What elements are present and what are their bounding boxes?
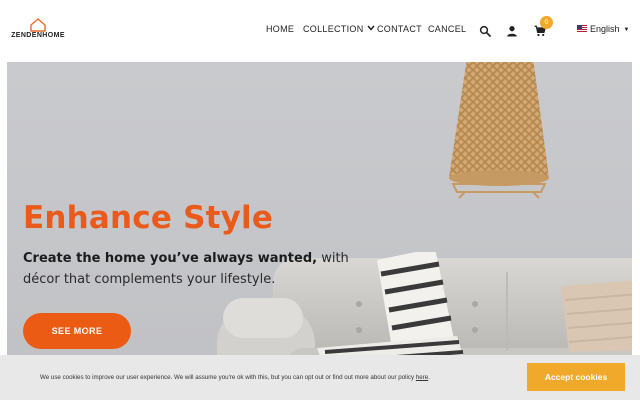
chevron-down-icon — [366, 25, 375, 31]
nav-collection-label: COLLECTION — [303, 24, 364, 34]
site-header: ZENDENHOME HOME COLLECTION CONTACT CANCE… — [0, 0, 640, 60]
cookie-consent-bar: We use cookies to improve our user exper… — [0, 355, 640, 400]
nav-cancel[interactable]: CANCEL — [428, 24, 466, 34]
nav-collection[interactable]: COLLECTION — [303, 24, 375, 34]
site-logo[interactable]: ZENDENHOME — [6, 18, 70, 44]
hero-title: Enhance Style — [23, 200, 274, 236]
us-flag-icon — [577, 25, 587, 32]
house-logo-icon — [30, 18, 46, 32]
language-label: English — [590, 24, 620, 34]
user-icon[interactable] — [506, 25, 518, 37]
hero-subtitle-bold: Create the home you’ve always wanted, — [23, 251, 318, 266]
nav-contact[interactable]: CONTACT — [377, 24, 422, 34]
language-selector[interactable]: English ▼ — [577, 24, 629, 38]
nav-home[interactable]: HOME — [266, 24, 294, 34]
accept-cookies-button[interactable]: Accept cookies — [527, 363, 625, 391]
cookie-message-suffix: . — [428, 374, 430, 381]
search-icon[interactable] — [479, 25, 491, 37]
pendant-lamp-image — [449, 62, 549, 199]
cookie-message-text: We use cookies to improve our user exper… — [40, 374, 416, 381]
cookie-message: We use cookies to improve our user exper… — [40, 374, 430, 381]
caret-down-icon: ▼ — [623, 27, 630, 33]
cookie-policy-link[interactable]: here — [416, 374, 428, 381]
see-more-button[interactable]: SEE MORE — [23, 313, 131, 349]
logo-text: ZENDENHOME — [11, 32, 65, 39]
hero-subtitle: Create the home you’ve always wanted, wi… — [23, 248, 353, 290]
cart-count-badge: 0 — [540, 16, 553, 29]
hero-banner: Enhance Style Create the home you’ve alw… — [7, 62, 632, 400]
